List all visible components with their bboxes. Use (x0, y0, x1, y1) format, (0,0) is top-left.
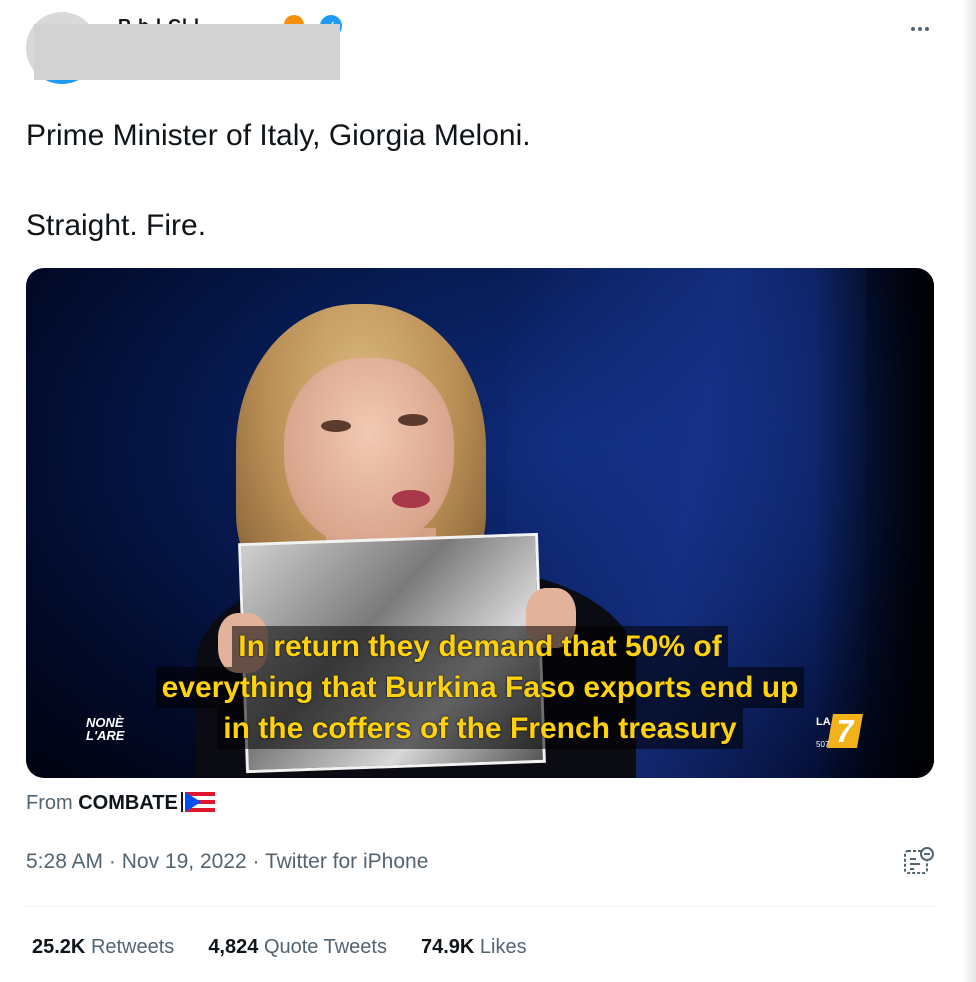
show-logo: NONÈ L'ARE (86, 716, 124, 742)
tweet-stats: 25.2K Retweets 4,824 Quote Tweets 74.9K … (32, 936, 527, 959)
scrollbar-shadow (962, 0, 976, 982)
puerto-rico-flag-icon (184, 792, 215, 812)
likes-label: Likes (479, 936, 527, 958)
likes-count: 74.9K (420, 936, 475, 958)
tweet-time[interactable]: 5:28 AM (26, 850, 103, 873)
channel-logo-seven: 7 (827, 713, 863, 749)
tweet-date[interactable]: Nov 19, 2022 (122, 850, 247, 873)
tweet-meta: 5:28 AM · Nov 19, 2022 · Twitter for iPh… (26, 850, 428, 874)
view-tweet-analytics-icon[interactable] (902, 846, 936, 876)
channel-logo-la: LA (816, 716, 831, 728)
meta-separator: · (246, 850, 265, 873)
speaker-mouth (392, 490, 430, 508)
subtitle-line: everything that Burkina Faso exports end… (155, 667, 805, 708)
redaction-box (34, 24, 340, 80)
more-horizontal-icon (911, 27, 915, 31)
more-dot (925, 27, 929, 31)
quote-tweets-count: 4,824 (208, 936, 259, 958)
retweets-count: 25.2K (32, 936, 86, 958)
subtitle-line: In return they demand that 50% of (232, 626, 728, 667)
media-source-prefix: From (26, 792, 73, 814)
tweet-text-line: Prime Minister of Italy, Giorgia Meloni. (26, 119, 531, 152)
subtitle-line: in the coffers of the French treasury (217, 708, 743, 749)
speaker-eye (398, 414, 428, 426)
show-logo-line: L'ARE (86, 728, 125, 743)
quote-tweets-label: Quote Tweets (263, 936, 387, 958)
retweets-label: Retweets (90, 936, 175, 958)
video-subtitle: In return they demand that 50% of everyt… (26, 626, 934, 749)
meta-separator: · (103, 850, 122, 873)
video-player[interactable]: In return they demand that 50% of everyt… (26, 268, 934, 778)
tweet-detail: R b l Cl l ✓ Prime Minister of Italy, Gi… (0, 0, 976, 982)
quote-tweets-stat[interactable]: 4,824 Quote Tweets (208, 936, 387, 959)
media-source: From COMBATE (26, 792, 215, 815)
likes-stat[interactable]: 74.9K Likes (421, 936, 527, 959)
channel-logo-number: 507 (816, 740, 830, 749)
more-options-button[interactable] (900, 18, 940, 40)
divider (26, 906, 934, 907)
speaker-eye (321, 420, 351, 432)
tweet-client[interactable]: Twitter for iPhone (265, 850, 428, 873)
retweets-stat[interactable]: 25.2K Retweets (32, 936, 174, 959)
more-dot (918, 27, 922, 31)
flag-divider (180, 792, 183, 812)
speaker-face (284, 358, 454, 548)
media-source-link[interactable]: COMBATE (78, 792, 178, 814)
analytics-glyph (904, 847, 934, 874)
channel-logo: LA 7 507 (816, 713, 863, 750)
tweet-text-line: Straight. Fire. (26, 209, 207, 242)
